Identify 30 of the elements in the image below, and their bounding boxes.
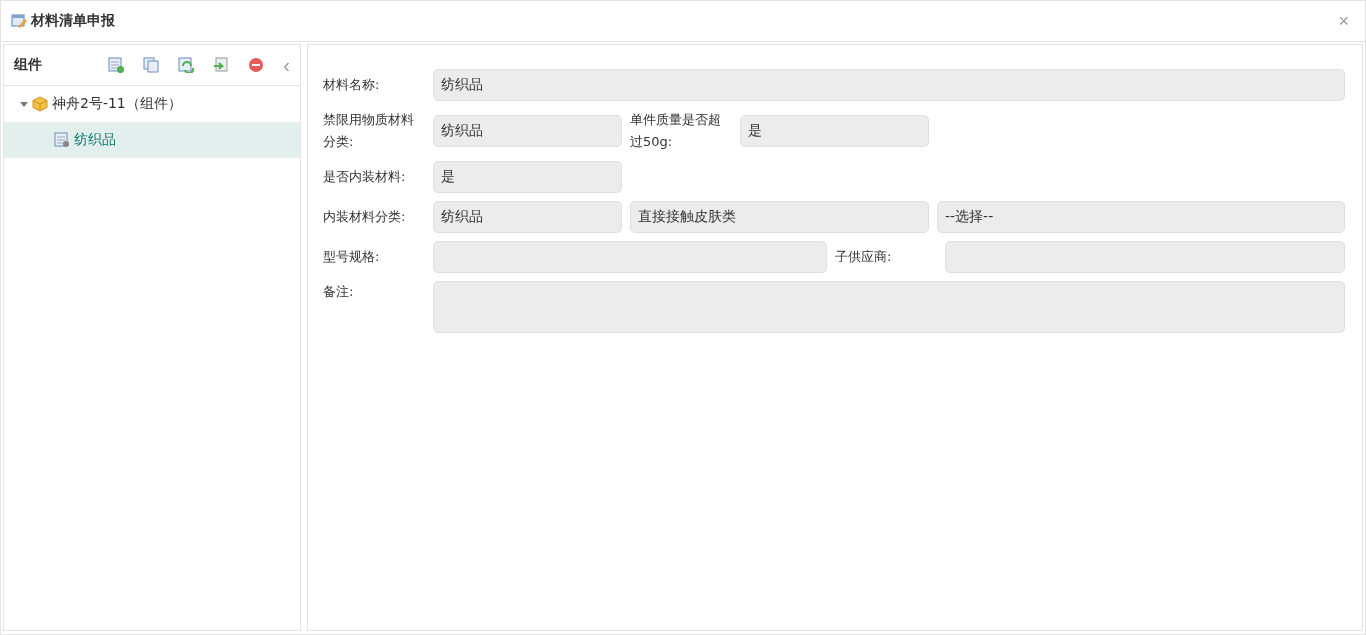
- field-label: 禁限用物质材料分类:: [323, 111, 415, 151]
- select-field[interactable]: --选择--: [937, 201, 1345, 233]
- input-field[interactable]: 是: [740, 115, 929, 147]
- export-icon[interactable]: [213, 57, 230, 73]
- tree-item[interactable]: 纺织品: [4, 122, 300, 158]
- input-field[interactable]: 是: [433, 161, 622, 193]
- panel-title: 组件: [14, 56, 42, 74]
- input-field[interactable]: [433, 241, 827, 273]
- caret-icon[interactable]: [20, 100, 28, 108]
- remove-icon[interactable]: [248, 57, 265, 73]
- input-field[interactable]: 纺织品: [433, 115, 622, 147]
- form-edit-icon: [11, 13, 27, 29]
- copy-icon[interactable]: [143, 57, 160, 73]
- field-label: 单件质量是否超过50g:: [630, 111, 722, 151]
- add-table-icon[interactable]: [108, 57, 125, 73]
- select-field[interactable]: 纺织品: [433, 201, 622, 233]
- field-label: 备注:: [323, 283, 355, 301]
- tree-item[interactable]: 神舟2号-11（组件）: [4, 86, 300, 122]
- box-icon: [32, 96, 48, 112]
- field-label: 子供应商:: [835, 248, 893, 266]
- table-gear-icon: [54, 132, 70, 148]
- select-field[interactable]: 直接接触皮肤类: [630, 201, 929, 233]
- field-label: 内装材料分类:: [323, 208, 407, 226]
- refresh-table-icon[interactable]: [178, 57, 195, 73]
- window-title: 材料清单申报: [31, 12, 115, 30]
- input-field[interactable]: [945, 241, 1345, 273]
- field-label: 材料名称:: [323, 76, 381, 94]
- field-label: 型号规格:: [323, 248, 381, 266]
- field-label: 是否内装材料:: [323, 168, 407, 186]
- input-field[interactable]: 纺织品: [433, 69, 1345, 101]
